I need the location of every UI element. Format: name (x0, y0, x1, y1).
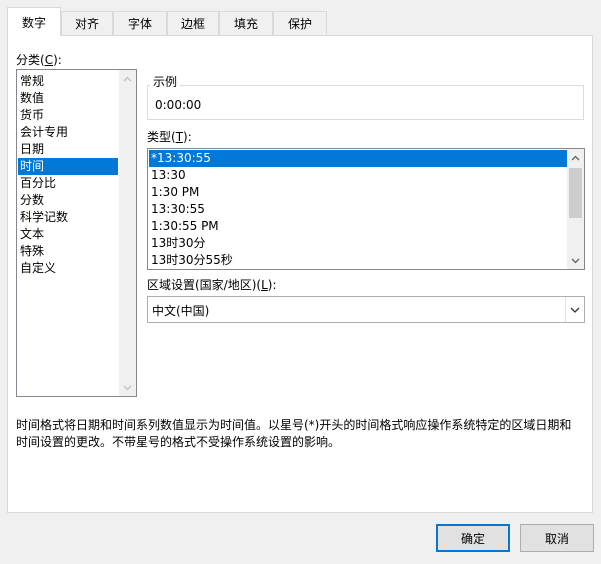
type-item[interactable]: 13:30 (151, 167, 186, 184)
category-label: 分类(C): (16, 53, 62, 67)
number-format-panel: 分类(C): 常规 数值 货币 会计专用 日期 时间 百分比 分数 科学记数 文本 特殊 自定义 示例… (7, 35, 593, 513)
category-item[interactable]: 分数 (20, 192, 44, 209)
type-scroll-thumb[interactable] (569, 168, 582, 218)
tab-fill[interactable]: 填充 (219, 11, 273, 35)
sample-label: 示例 (150, 73, 181, 90)
tab-alignment[interactable]: 对齐 (61, 11, 113, 35)
tab-number[interactable]: 数字 (7, 7, 61, 36)
category-item[interactable]: 时间 (18, 158, 118, 175)
scroll-up-icon[interactable] (119, 70, 136, 87)
chevron-down-icon[interactable] (565, 297, 584, 322)
category-list[interactable]: 常规 数值 货币 会计专用 日期 时间 百分比 分数 科学记数 文本 特殊 自定义 (16, 69, 137, 397)
locale-label: 区域设置(国家/地区)(L): (147, 278, 277, 292)
type-scrollbar[interactable] (567, 149, 584, 269)
type-label: 类型(T): (147, 130, 192, 144)
cancel-button[interactable]: 取消 (520, 524, 594, 552)
category-item[interactable]: 科学记数 (20, 209, 68, 226)
tab-font[interactable]: 字体 (113, 11, 167, 35)
category-item[interactable]: 特殊 (20, 243, 44, 260)
type-item[interactable]: *13:30:55 (149, 150, 567, 167)
type-item[interactable]: 13:30:55 (151, 201, 205, 218)
type-item[interactable]: 1:30:55 PM (151, 218, 219, 235)
type-item[interactable]: 1:30 PM (151, 184, 199, 201)
scroll-down-icon[interactable] (567, 252, 584, 269)
category-scrollbar[interactable] (119, 70, 136, 396)
tab-protection[interactable]: 保护 (273, 11, 327, 35)
category-item[interactable]: 数值 (20, 90, 44, 107)
category-item[interactable]: 货币 (20, 107, 44, 124)
sample-group (147, 85, 584, 120)
category-item[interactable]: 常规 (20, 73, 44, 90)
type-item[interactable]: 13时30分55秒 (151, 252, 233, 269)
category-item[interactable]: 文本 (20, 226, 44, 243)
locale-select[interactable]: 中文(中国) (147, 296, 585, 323)
format-description: 时间格式将日期和时间系列数值显示为时间值。以星号(*)开头的时间格式响应操作系统… (16, 418, 572, 449)
category-item[interactable]: 日期 (20, 141, 44, 158)
locale-value: 中文(中国) (152, 304, 210, 318)
sample-value: 0:00:00 (155, 98, 202, 112)
ok-button[interactable]: 确定 (436, 524, 510, 552)
type-list[interactable]: *13:30:55 13:30 1:30 PM 13:30:55 1:30:55 PM 1… (147, 148, 585, 270)
category-item[interactable]: 百分比 (20, 175, 56, 192)
category-item[interactable]: 自定义 (20, 260, 56, 277)
tab-border[interactable]: 边框 (167, 11, 219, 35)
scroll-up-icon[interactable] (567, 149, 584, 166)
type-item[interactable]: 13时30分 (151, 235, 206, 252)
scroll-down-icon[interactable] (119, 379, 136, 396)
category-item[interactable]: 会计专用 (20, 124, 68, 141)
